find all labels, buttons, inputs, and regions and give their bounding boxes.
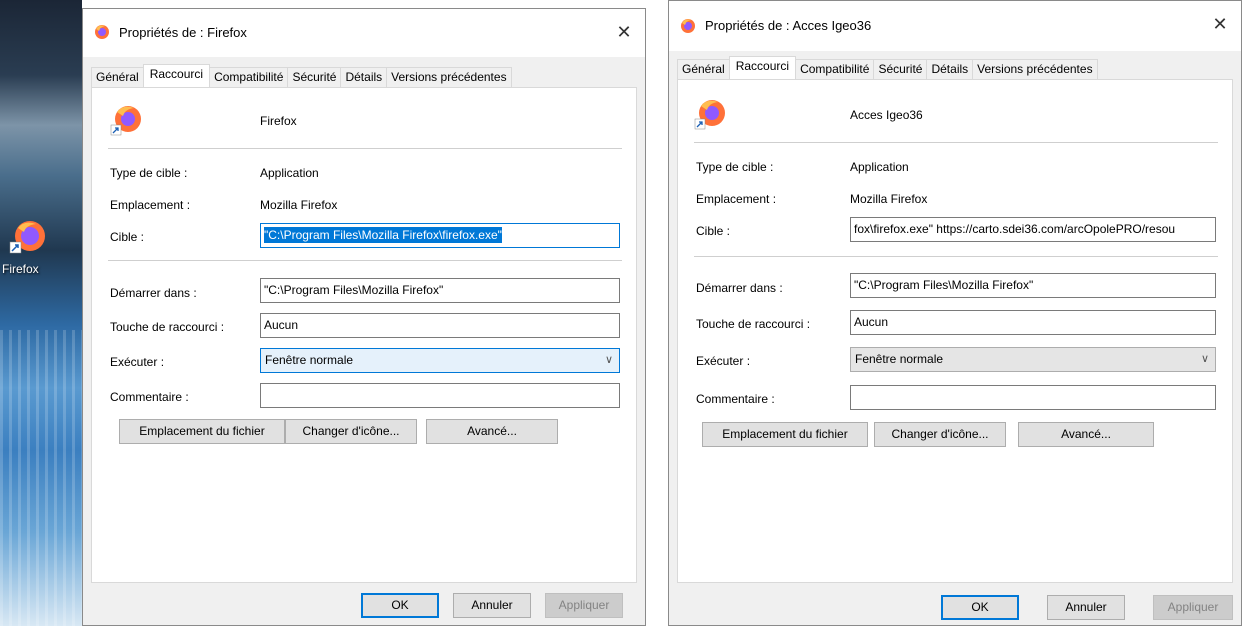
start-in-field[interactable]: "C:\Program Files\Mozilla Firefox"	[260, 278, 620, 303]
title-bar[interactable]: Propriétés de : Acces Igeo36 ✕	[669, 1, 1241, 51]
target-label: Cible :	[696, 224, 731, 238]
open-file-location-button[interactable]: Emplacement du fichier	[119, 419, 285, 444]
apply-button[interactable]: Appliquer	[545, 593, 623, 618]
firefox-icon	[110, 106, 141, 136]
hotkey-field[interactable]: Aucun	[850, 310, 1216, 335]
separator	[108, 260, 622, 261]
separator	[694, 256, 1218, 257]
hotkey-label: Touche de raccourci :	[110, 320, 225, 334]
properties-dialog-firefox: Propriétés de : Firefox ✕ Général Raccou…	[82, 8, 646, 626]
hotkey-label: Touche de raccourci :	[696, 317, 811, 331]
advanced-button[interactable]: Avancé...	[1018, 422, 1154, 447]
shortcut-name: Firefox	[260, 114, 297, 128]
tab-details[interactable]: Détails	[926, 59, 974, 79]
target-field-value: "C:\Program Files\Mozilla Firefox\firefo…	[264, 227, 502, 243]
comment-label: Commentaire :	[696, 392, 775, 406]
target-type-value: Application	[850, 160, 909, 174]
ok-button[interactable]: OK	[941, 595, 1019, 620]
change-icon-button[interactable]: Changer d'icône...	[874, 422, 1006, 447]
desktop-icon-label[interactable]: Firefox	[2, 262, 39, 276]
tab-compatibility[interactable]: Compatibilité	[209, 67, 289, 87]
firefox-icon	[694, 100, 725, 130]
target-label: Cible :	[110, 230, 145, 244]
firefox-icon[interactable]	[8, 216, 48, 256]
tab-previous-versions[interactable]: Versions précédentes	[386, 67, 512, 87]
tab-compatibility[interactable]: Compatibilité	[795, 59, 875, 79]
separator	[694, 142, 1218, 143]
tab-details[interactable]: Détails	[340, 67, 388, 87]
advanced-button[interactable]: Avancé...	[426, 419, 558, 444]
target-field[interactable]: fox\firefox.exe" https://carto.sdei36.co…	[850, 217, 1216, 242]
chevron-down-icon: ∨	[1200, 353, 1209, 365]
shortcut-panel: Acces Igeo36 Type de cible : Application…	[677, 79, 1233, 583]
firefox-icon	[95, 25, 109, 39]
tab-strip: Général Raccourci Compatibilité Sécurité…	[677, 56, 1098, 79]
comment-field[interactable]	[260, 383, 620, 408]
firefox-icon	[681, 19, 695, 33]
apply-button[interactable]: Appliquer	[1153, 595, 1233, 620]
tab-shortcut[interactable]: Raccourci	[142, 64, 211, 87]
start-in-field[interactable]: "C:\Program Files\Mozilla Firefox"	[850, 273, 1216, 298]
tab-general[interactable]: Général	[91, 67, 144, 87]
tab-strip: Général Raccourci Compatibilité Sécurité…	[91, 64, 512, 87]
window-title: Propriétés de : Acces Igeo36	[705, 18, 872, 33]
comment-field[interactable]	[850, 385, 1216, 410]
run-label: Exécuter :	[696, 354, 751, 368]
target-type-value: Application	[260, 166, 319, 180]
location-value: Mozilla Firefox	[850, 192, 928, 206]
tab-security[interactable]: Sécurité	[873, 59, 928, 79]
target-field[interactable]: "C:\Program Files\Mozilla Firefox\firefo…	[260, 223, 620, 248]
open-file-location-button[interactable]: Emplacement du fichier	[702, 422, 868, 447]
chevron-down-icon: ∨	[604, 354, 613, 366]
change-icon-button[interactable]: Changer d'icône...	[285, 419, 417, 444]
comment-label: Commentaire :	[110, 390, 189, 404]
start-in-label: Démarrer dans :	[110, 286, 197, 300]
hotkey-field[interactable]: Aucun	[260, 313, 620, 338]
start-in-label: Démarrer dans :	[696, 281, 783, 295]
target-type-label: Type de cible :	[110, 166, 188, 180]
cancel-button[interactable]: Annuler	[1047, 595, 1125, 620]
close-icon[interactable]: ✕	[1209, 13, 1231, 35]
shortcut-name: Acces Igeo36	[850, 108, 923, 122]
tab-general[interactable]: Général	[677, 59, 730, 79]
run-dropdown[interactable]: Fenêtre normale ∨	[850, 347, 1216, 372]
cancel-button[interactable]: Annuler	[453, 593, 531, 618]
separator	[108, 148, 622, 149]
tab-previous-versions[interactable]: Versions précédentes	[972, 59, 1098, 79]
close-icon[interactable]: ✕	[613, 21, 635, 43]
run-dropdown-value: Fenêtre normale	[265, 353, 354, 367]
target-type-label: Type de cible :	[696, 160, 774, 174]
tab-shortcut[interactable]: Raccourci	[728, 56, 797, 79]
run-dropdown[interactable]: Fenêtre normale ∨	[260, 348, 620, 373]
properties-dialog-acces-igeo36: Propriétés de : Acces Igeo36 ✕ Général R…	[668, 0, 1242, 626]
shortcut-panel: Firefox Type de cible : Application Empl…	[91, 87, 637, 583]
tab-security[interactable]: Sécurité	[287, 67, 342, 87]
location-label: Emplacement :	[110, 198, 191, 212]
run-label: Exécuter :	[110, 355, 165, 369]
title-bar[interactable]: Propriétés de : Firefox ✕	[83, 9, 645, 57]
location-label: Emplacement :	[696, 192, 777, 206]
desktop-background: Firefox	[0, 0, 82, 626]
location-value: Mozilla Firefox	[260, 198, 338, 212]
ok-button[interactable]: OK	[361, 593, 439, 618]
window-title: Propriétés de : Firefox	[119, 25, 247, 40]
run-dropdown-value: Fenêtre normale	[855, 352, 944, 366]
waterfall-wallpaper	[0, 330, 82, 626]
